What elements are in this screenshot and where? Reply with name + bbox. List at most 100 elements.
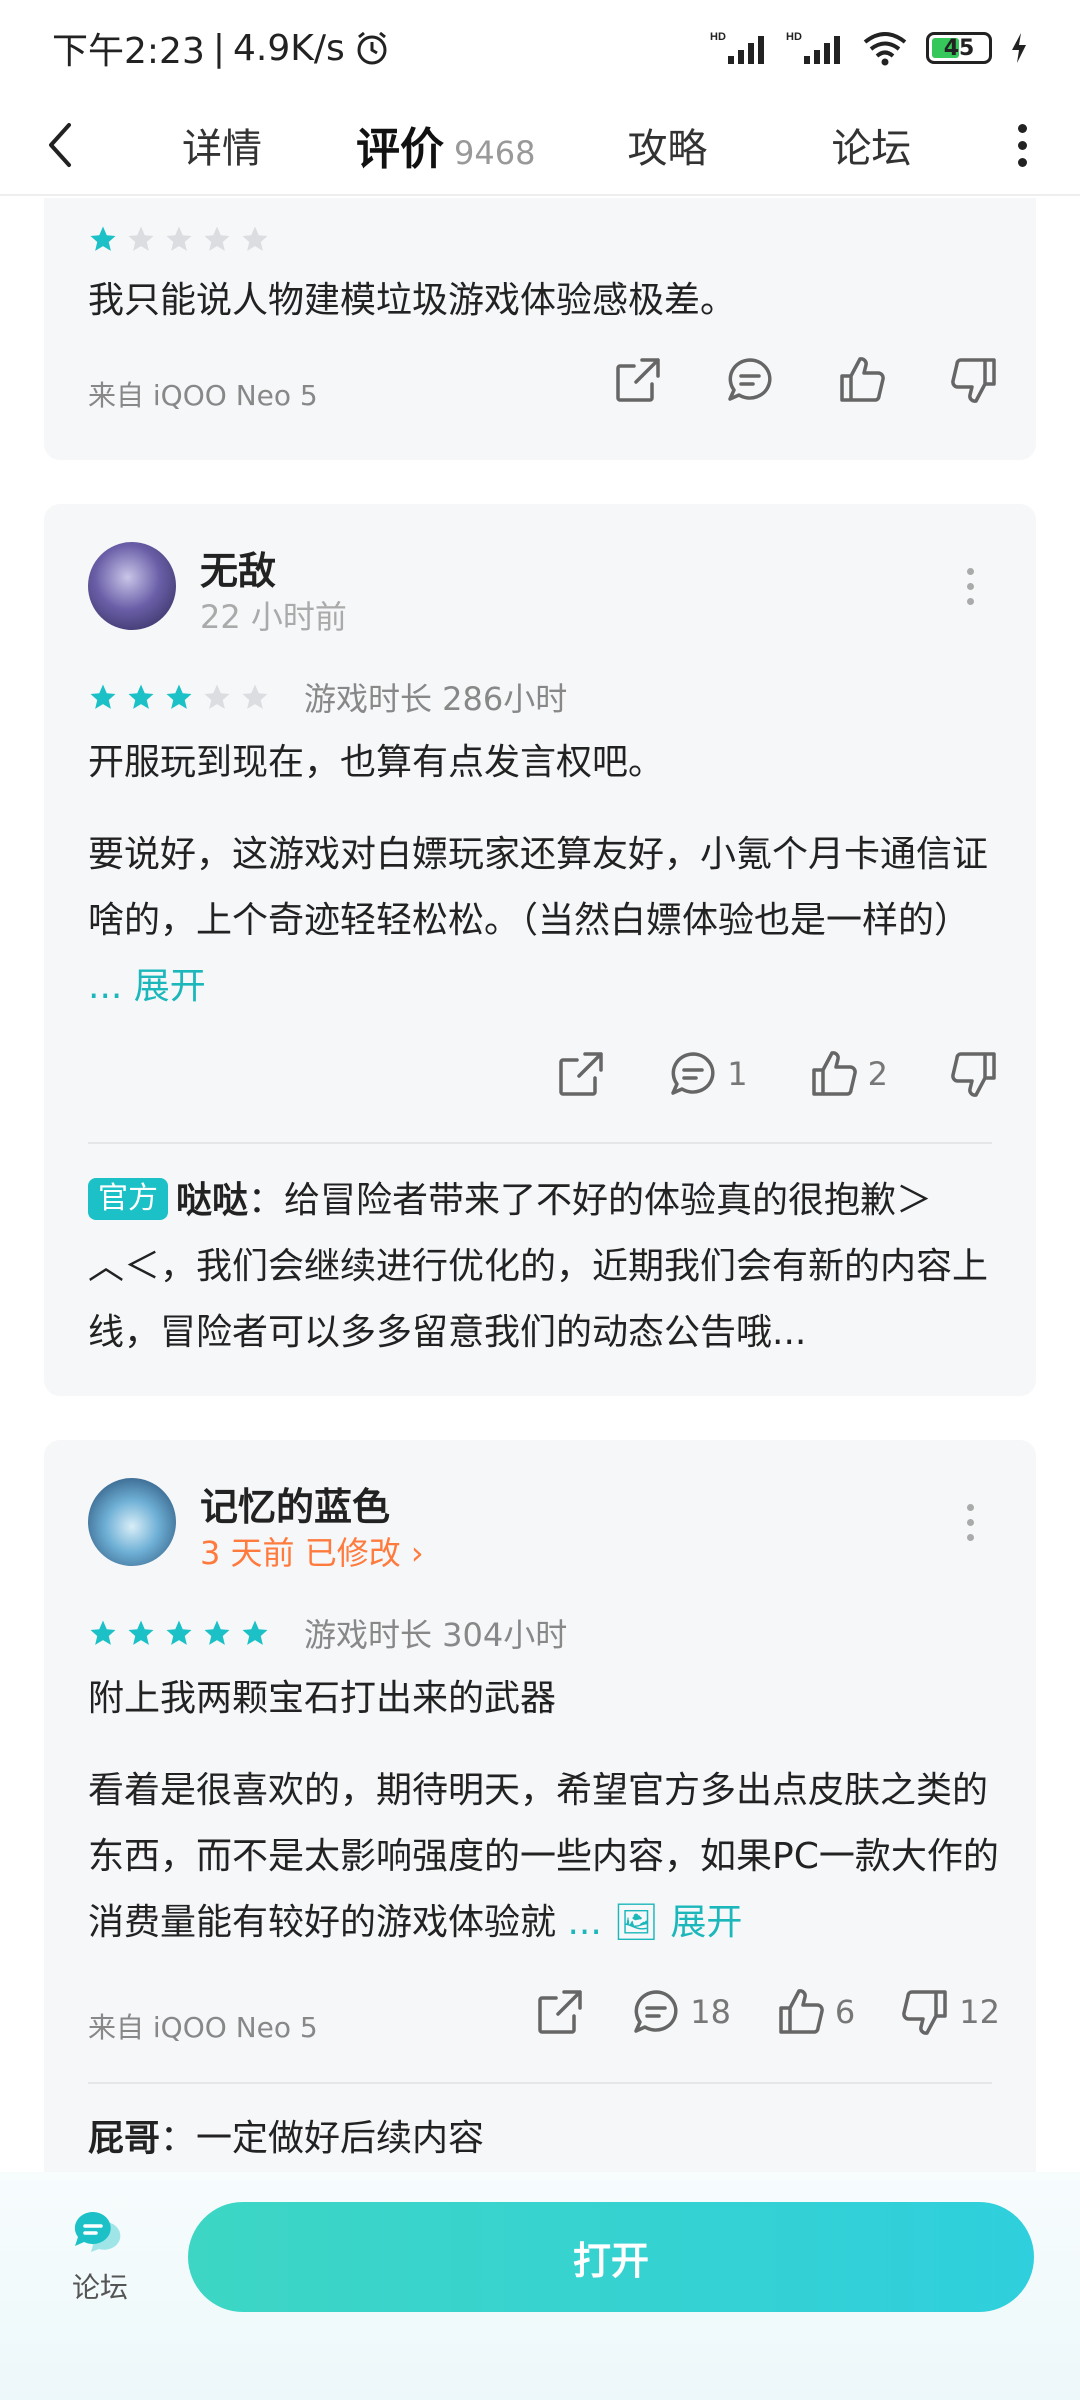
review-more-button[interactable] — [964, 1504, 976, 1541]
tab-reviews[interactable]: 评价 9468 — [356, 113, 536, 211]
review-time: 22 小时前 — [200, 598, 347, 636]
divider — [88, 1142, 992, 1144]
forum-icon — [74, 2211, 121, 2252]
comment-count: 1 — [727, 1055, 748, 1093]
star-icon — [128, 226, 154, 251]
comment-button[interactable]: 18 — [630, 1986, 731, 2038]
star-icon — [242, 684, 268, 709]
battery-level: 45 — [943, 35, 975, 61]
alarm-icon — [357, 31, 387, 65]
playtime: 游戏时长 286小时 — [304, 680, 568, 718]
like-count: 6 — [834, 1993, 856, 2031]
thumbs-down-icon[interactable] — [948, 1048, 1000, 1100]
review-actions: 18 6 12 — [534, 1986, 1000, 2038]
star-icon — [242, 226, 268, 251]
share-icon[interactable] — [612, 354, 664, 406]
star-icon — [90, 684, 116, 709]
official-reply[interactable]: 官方 哒哒：给冒险者带来了不好的体验真的很抱歉＞︿＜，我们会继续进行优化的，近期我… — [88, 1168, 1000, 1366]
more-menu-button[interactable] — [1012, 123, 1032, 167]
svg-text:HD: HD — [786, 31, 802, 43]
share-icon[interactable] — [555, 1048, 607, 1100]
playtime: 游戏时长 304小时 — [304, 1616, 568, 1654]
dislike-button[interactable]: 12 — [899, 1986, 1000, 2038]
tab-guides[interactable]: 攻略 — [627, 116, 707, 174]
wifi-icon — [863, 32, 907, 66]
tab-details[interactable]: 详情 — [182, 116, 262, 174]
charging-icon — [1012, 33, 1026, 63]
review-text: 我只能说人物建模垃圾游戏体验感极差。 — [88, 280, 737, 321]
review-card: 无敌 22 小时前 游戏时长 286小时 开服玩到现在，也算有点发言权吧。 要说… — [44, 504, 1036, 1396]
forum-button[interactable]: 论坛 — [60, 2208, 140, 2306]
status-separator: | — [212, 27, 225, 69]
tab-forum[interactable]: 论坛 — [831, 116, 911, 174]
rating-stars — [88, 682, 270, 712]
star-icon — [166, 1620, 192, 1645]
rating-stars — [88, 224, 270, 254]
svg-text:HD: HD — [710, 31, 726, 43]
star-icon — [166, 684, 192, 709]
review-actions: 1 2 — [555, 1048, 1000, 1100]
reply[interactable]: 屁哥：一定做好后续内容 — [88, 2106, 1000, 2172]
tab-label: 论坛 — [831, 126, 912, 172]
star-icon — [90, 226, 116, 251]
review-body-text: 看着是很喜欢的，期待明天，希望官方多出点皮肤之类的东西，而不是太影响强度的一些内… — [88, 1770, 999, 1943]
thumbs-up-icon — [779, 1989, 824, 2034]
thumbs-up-icon — [811, 1051, 857, 1096]
like-button[interactable]: 2 — [808, 1048, 888, 1100]
star-icon — [204, 1620, 230, 1645]
signal-icon-2: HD — [786, 31, 840, 64]
bottom-bar: 论坛 打开 — [0, 2172, 1080, 2400]
thumbs-up-icon[interactable] — [836, 354, 888, 406]
comment-count: 18 — [690, 1993, 731, 2031]
status-time: 下午2:23 — [52, 31, 205, 72]
tab-label: 评价 — [356, 124, 444, 175]
comment-icon[interactable] — [724, 354, 776, 406]
rating-stars — [88, 1618, 270, 1648]
status-bar: 下午2:23 | 4.9K/s HD HD 45 — [0, 0, 1080, 96]
review-body[interactable]: 看着是很喜欢的，期待明天，希望官方多出点皮肤之类的东西，而不是太影响强度的一些内… — [88, 1758, 1000, 1956]
chevron-left-icon — [49, 123, 71, 167]
star-icon — [166, 226, 192, 251]
avatar[interactable] — [88, 542, 176, 630]
like-button[interactable]: 6 — [775, 1986, 855, 2038]
username[interactable]: 记忆的蓝色 — [200, 1476, 390, 1531]
comment-icon — [671, 1052, 715, 1095]
thumbs-down-icon — [902, 1990, 948, 2035]
review-body[interactable]: 要说好，这游戏对白嫖玩家还算友好，小氪个月卡通信证啥的，上个奇迹轻轻松松。（当然… — [88, 822, 1000, 1020]
reviews-list[interactable]: 我只能说人物建模垃圾游戏体验感极差。 来自 iQOO Neo 5 无敌 22 小… — [0, 198, 1080, 2173]
avatar[interactable] — [88, 1478, 176, 1566]
signal-icon: HD — [710, 31, 764, 64]
review-time[interactable]: 3 天前 已修改 › — [200, 1528, 424, 1574]
star-icon — [242, 1620, 268, 1645]
share-icon[interactable] — [534, 1986, 586, 2038]
star-icon — [128, 1620, 154, 1645]
review-count: 9468 — [454, 134, 536, 172]
back-button[interactable] — [0, 121, 120, 169]
comment-button[interactable]: 1 — [667, 1048, 748, 1100]
net-speed: 4.9K/s — [232, 27, 345, 69]
expand-link[interactable]: ... 展开 — [88, 966, 206, 1007]
like-count: 2 — [867, 1055, 888, 1093]
forum-label: 论坛 — [71, 2271, 128, 2304]
review-more-button[interactable] — [964, 568, 976, 605]
review-card: 记忆的蓝色 3 天前 已修改 › 游戏时长 304小时 附上我两颗宝石打出来的武… — [44, 1440, 1036, 2173]
star-icon — [90, 1620, 116, 1645]
official-badge: 官方 — [88, 1178, 168, 1220]
star-icon — [128, 684, 154, 709]
review-body-text: 要说好，这游戏对白嫖玩家还算友好，小氪个月卡通信证啥的，上个奇迹轻轻松松。（当然… — [88, 834, 989, 941]
review-headline: 开服玩到现在，也算有点发言权吧。 — [88, 742, 665, 783]
comment-icon — [634, 1990, 678, 2033]
device-label: 来自 iQOO Neo 5 — [88, 379, 318, 412]
tab-label: 详情 — [182, 126, 262, 172]
thumbs-down-icon[interactable] — [948, 354, 1000, 406]
reply-text: ：一定做好后续内容 — [160, 2118, 485, 2159]
divider — [88, 2082, 992, 2084]
open-button[interactable]: 打开 — [188, 2202, 1034, 2312]
reply-author: 屁哥 — [88, 2118, 161, 2159]
expand-link[interactable]: ... 🖼 展开 — [567, 1902, 742, 1943]
username[interactable]: 无敌 — [200, 540, 276, 595]
dislike-count: 12 — [959, 1993, 1000, 2031]
star-icon — [204, 226, 230, 251]
review-card: 我只能说人物建模垃圾游戏体验感极差。 来自 iQOO Neo 5 — [44, 198, 1036, 460]
review-headline: 附上我两颗宝石打出来的武器 — [88, 1678, 557, 1719]
